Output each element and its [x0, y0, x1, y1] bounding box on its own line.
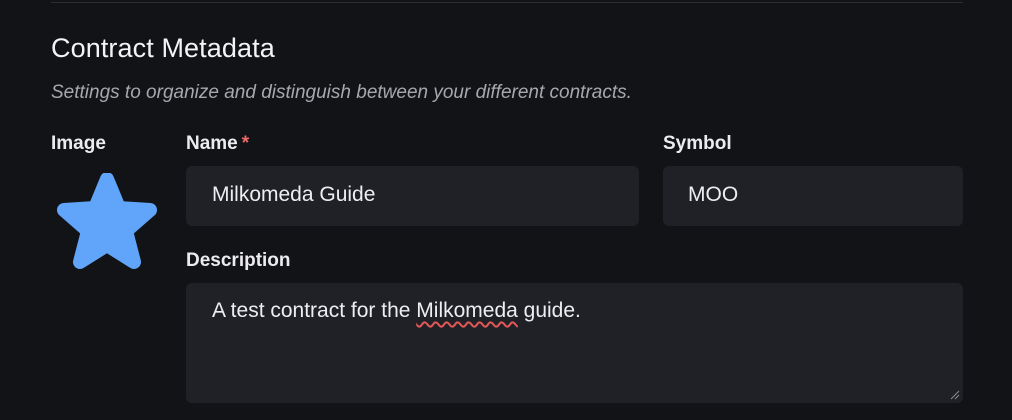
section-divider [51, 2, 963, 3]
name-label-text: Name [186, 133, 238, 154]
misspelled-word: Milkomeda [416, 299, 518, 322]
image-upload[interactable] [56, 173, 158, 271]
description-label: Description [186, 250, 291, 271]
description-text-after: guide. [517, 299, 581, 322]
image-label: Image [51, 133, 106, 154]
name-label: Name * [186, 133, 249, 155]
section-title: Contract Metadata [51, 33, 275, 63]
name-input[interactable]: Milkomeda Guide [186, 166, 639, 226]
description-textarea[interactable]: A test contract for the Milkomeda guide. [186, 283, 963, 403]
symbol-input-value: MOO [688, 183, 739, 206]
star-icon [57, 173, 157, 269]
description-text-before: A test contract for the [212, 299, 417, 322]
resize-handle-icon[interactable] [950, 390, 960, 400]
required-marker: * [241, 133, 250, 154]
symbol-input[interactable]: MOO [663, 166, 963, 226]
name-input-value: Milkomeda Guide [212, 183, 376, 206]
symbol-label: Symbol [663, 133, 732, 154]
section-subtitle: Settings to organize and distinguish bet… [51, 82, 632, 103]
